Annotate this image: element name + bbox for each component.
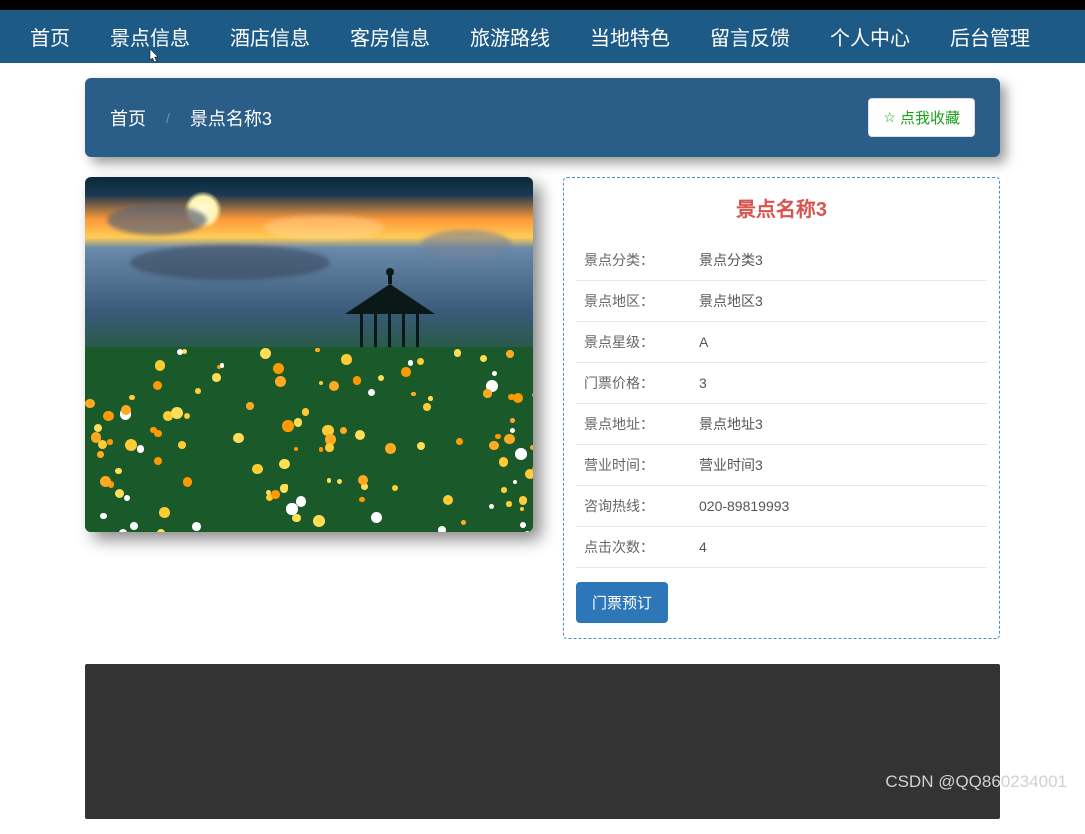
book-ticket-button[interactable]: 门票预订 — [576, 582, 668, 623]
nav-admin[interactable]: 后台管理 — [930, 9, 1050, 64]
nav-hotels[interactable]: 酒店信息 — [210, 9, 330, 64]
table-row: 营业时间：营业时间3 — [576, 445, 987, 486]
info-label: 景点星级： — [576, 322, 691, 363]
attraction-info-panel: 景点名称3 景点分类：景点分类3 景点地区：景点地区3 景点星级：A 门票价格：… — [563, 177, 1000, 639]
breadcrumb-home[interactable]: 首页 — [110, 105, 146, 131]
breadcrumb-separator: / — [166, 110, 170, 126]
favorite-label: 点我收藏 — [900, 107, 960, 128]
breadcrumb-bar: 首页 / 景点名称3 ☆ 点我收藏 — [85, 78, 1000, 157]
info-value: 景点地址3 — [691, 404, 987, 445]
info-value: 4 — [691, 527, 987, 568]
info-label: 景点分类： — [576, 240, 691, 281]
info-label: 咨询热线： — [576, 486, 691, 527]
info-table: 景点分类：景点分类3 景点地区：景点地区3 景点星级：A 门票价格：3 景点地址… — [576, 240, 987, 568]
table-row: 景点星级：A — [576, 322, 987, 363]
nav-rooms[interactable]: 客房信息 — [330, 9, 450, 64]
info-value: 营业时间3 — [691, 445, 987, 486]
table-row: 景点地址：景点地址3 — [576, 404, 987, 445]
info-value: 景点地区3 — [691, 281, 987, 322]
attraction-title: 景点名称3 — [576, 193, 987, 222]
info-label: 点击次数： — [576, 527, 691, 568]
table-row: 咨询热线：020-89819993 — [576, 486, 987, 527]
nav-feedback[interactable]: 留言反馈 — [690, 9, 810, 64]
info-value: 景点分类3 — [691, 240, 987, 281]
main-navbar: 首页 景点信息 酒店信息 客房信息 旅游路线 当地特色 留言反馈 个人中心 后台… — [0, 10, 1085, 63]
breadcrumb: 首页 / 景点名称3 — [110, 105, 272, 131]
table-row: 点击次数：4 — [576, 527, 987, 568]
info-label: 营业时间： — [576, 445, 691, 486]
favorite-button[interactable]: ☆ 点我收藏 — [868, 98, 975, 137]
star-icon: ☆ — [883, 109, 896, 126]
info-value: A — [691, 322, 987, 363]
breadcrumb-current: 景点名称3 — [190, 105, 272, 131]
watermark: CSDN @QQ860234001 — [885, 772, 1067, 792]
table-row: 门票价格：3 — [576, 363, 987, 404]
info-label: 景点地区： — [576, 281, 691, 322]
nav-local[interactable]: 当地特色 — [570, 9, 690, 64]
attraction-image — [85, 177, 533, 532]
info-value: 020-89819993 — [691, 486, 987, 527]
nav-home[interactable]: 首页 — [10, 9, 90, 64]
table-row: 景点分类：景点分类3 — [576, 240, 987, 281]
info-label: 门票价格： — [576, 363, 691, 404]
info-value: 3 — [691, 363, 987, 404]
info-label: 景点地址： — [576, 404, 691, 445]
nav-profile[interactable]: 个人中心 — [810, 9, 930, 64]
table-row: 景点地区：景点地区3 — [576, 281, 987, 322]
nav-attractions[interactable]: 景点信息 — [90, 9, 210, 64]
content-area — [85, 664, 1000, 819]
nav-routes[interactable]: 旅游路线 — [450, 9, 570, 64]
